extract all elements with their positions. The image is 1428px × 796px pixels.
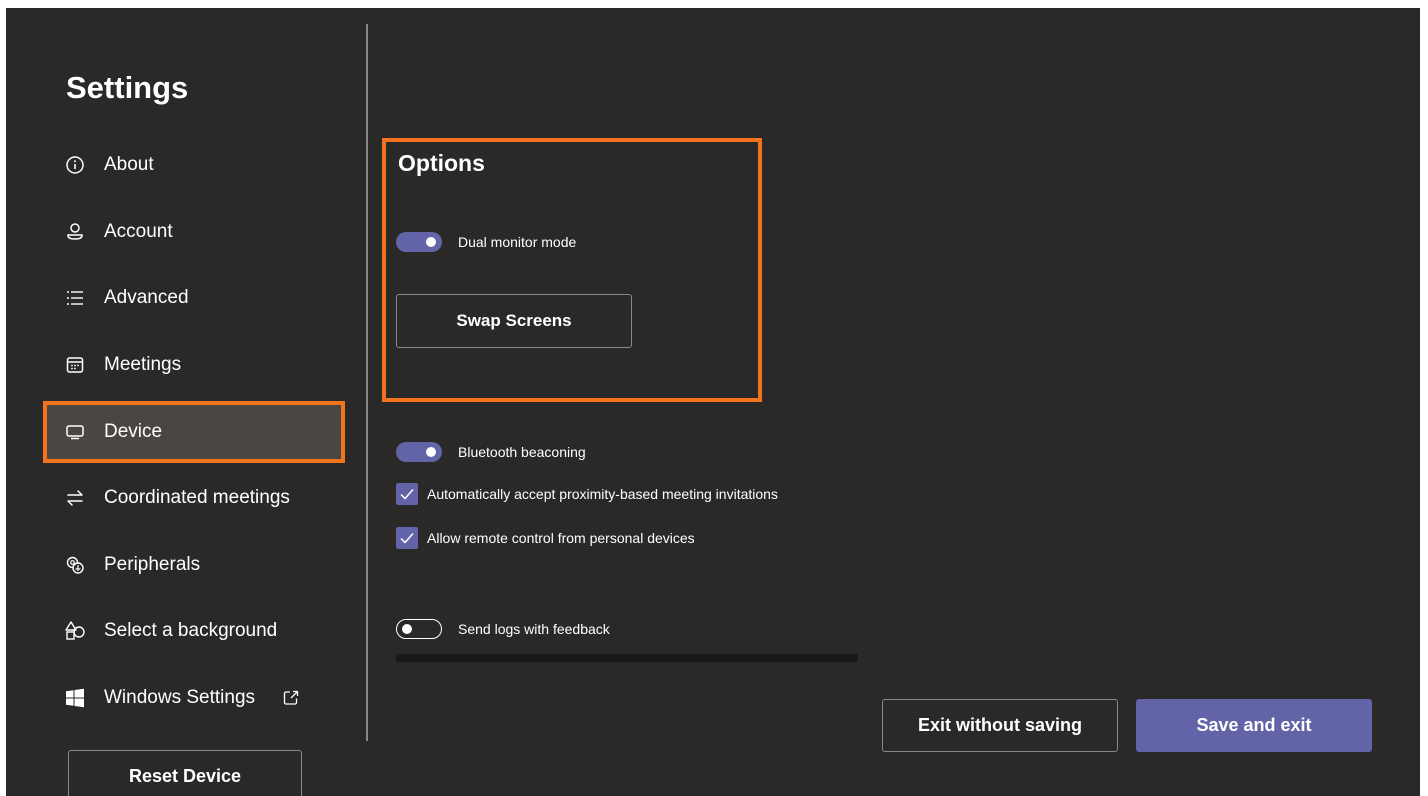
settings-screen: Settings About Account Advanced Meetings… [6, 8, 1420, 796]
sidebar-item-label: Windows Settings [104, 687, 256, 708]
check-icon [400, 489, 414, 500]
auto-accept-checkbox[interactable] [396, 483, 418, 505]
calendar-icon [64, 354, 86, 376]
sidebar-item-label: Coordinated meetings [104, 487, 290, 508]
sidebar-item-windows-settings[interactable]: Windows Settings [46, 670, 342, 726]
horizontal-scrollbar[interactable] [396, 654, 858, 662]
dual-monitor-label: Dual monitor mode [458, 234, 577, 250]
swap-arrows-icon [64, 487, 86, 509]
sidebar-item-about[interactable]: About [46, 137, 342, 193]
sidebar-item-peripherals[interactable]: Peripherals [46, 537, 342, 593]
sidebar-item-label: Select a background [104, 620, 278, 641]
sidebar-item-label: Device [104, 421, 163, 442]
sidebar-item-label: Account [104, 221, 173, 242]
options-title: Options [398, 150, 485, 176]
auto-accept-row: Automatically accept proximity-based mee… [396, 483, 778, 505]
peripherals-icon [64, 554, 86, 576]
send-logs-toggle[interactable] [396, 619, 442, 639]
check-icon [400, 533, 414, 544]
sidebar-item-device[interactable]: Device [43, 401, 345, 463]
sidebar-item-select-background[interactable]: Select a background [46, 603, 342, 659]
send-logs-row: Send logs with feedback [396, 619, 610, 639]
list-icon [64, 287, 86, 309]
sidebar-item-meetings[interactable]: Meetings [46, 337, 342, 393]
dual-monitor-row: Dual monitor mode [396, 232, 576, 252]
shapes-icon [64, 620, 86, 642]
windows-logo-icon [64, 687, 86, 709]
remote-control-label: Allow remote control from personal devic… [427, 530, 695, 546]
sidebar-item-account[interactable]: Account [46, 204, 342, 260]
monitor-icon [64, 421, 86, 443]
swap-screens-button[interactable]: Swap Screens [396, 294, 632, 348]
sidebar-item-label: Meetings [104, 354, 182, 375]
send-logs-label: Send logs with feedback [458, 621, 610, 637]
auto-accept-label: Automatically accept proximity-based mee… [427, 486, 778, 502]
page-title: Settings [66, 70, 189, 105]
sidebar-item-label: Advanced [104, 287, 189, 308]
dual-monitor-toggle[interactable] [396, 232, 442, 252]
bluetooth-beaconing-label: Bluetooth beaconing [458, 444, 586, 460]
bluetooth-beaconing-toggle[interactable] [396, 442, 442, 462]
info-icon [64, 154, 86, 176]
reset-device-button[interactable]: Reset Device [68, 750, 302, 796]
sidebar-item-label: About [104, 154, 154, 175]
remote-control-checkbox[interactable] [396, 527, 418, 549]
sidebar-item-advanced[interactable]: Advanced [46, 270, 342, 326]
sidebar-divider [366, 24, 368, 741]
person-icon [64, 221, 86, 243]
options-highlight-box [382, 138, 762, 402]
external-link-icon [283, 690, 299, 706]
remote-control-row: Allow remote control from personal devic… [396, 527, 695, 549]
save-and-exit-button[interactable]: Save and exit [1136, 699, 1372, 752]
bluetooth-row: Bluetooth beaconing [396, 442, 586, 462]
sidebar-item-label: Peripherals [104, 554, 201, 575]
sidebar-item-coordinated-meetings[interactable]: Coordinated meetings [46, 470, 342, 526]
exit-without-saving-button[interactable]: Exit without saving [882, 699, 1118, 752]
